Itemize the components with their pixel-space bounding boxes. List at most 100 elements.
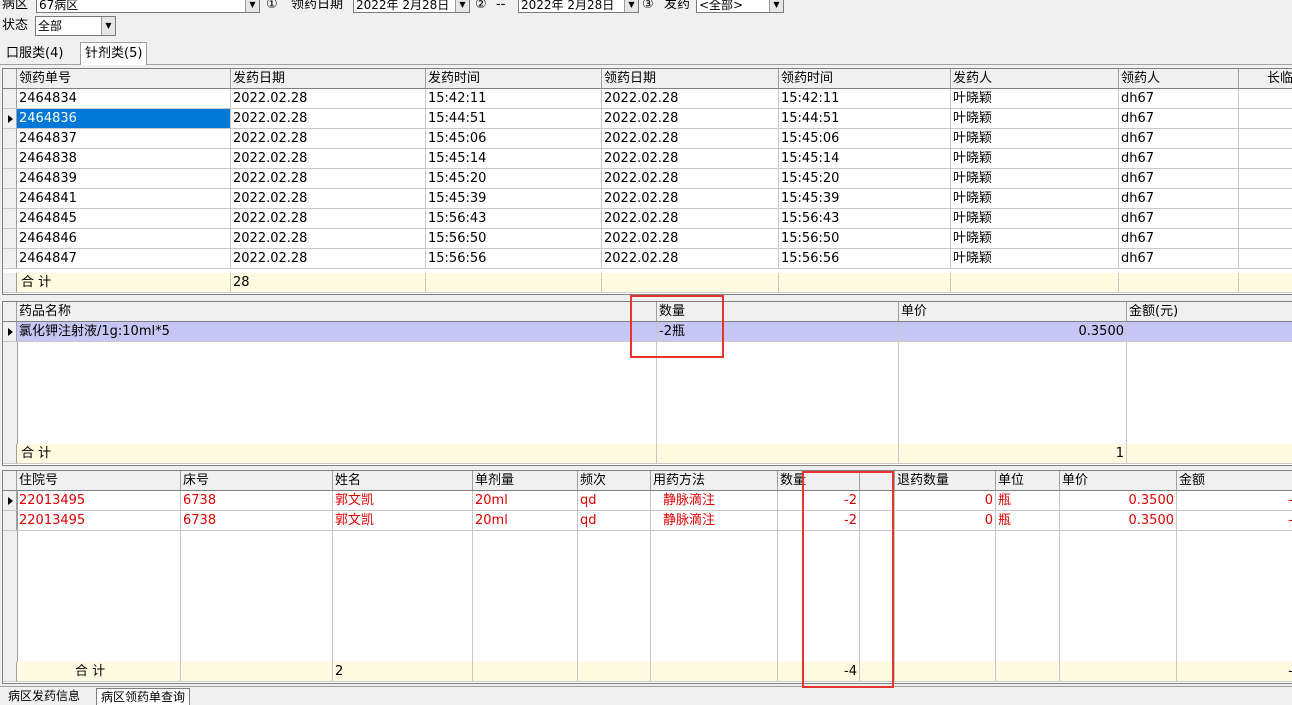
return-qty-cell[interactable]: 0 [895,491,996,511]
order-no-cell[interactable]: 2464847 [17,249,231,269]
tab-ward-receive-query[interactable]: 病区领药单查询 [96,688,191,705]
col-admission-no[interactable]: 住院号 [17,471,181,491]
patient-name-cell[interactable]: 郭文凯 [333,491,473,511]
date-from-picker[interactable]: 2022年 2月28日 ▼ [353,0,470,13]
amount-cell[interactable]: - [1177,491,1292,511]
row-indicator[interactable] [3,149,17,169]
row-indicator[interactable] [3,511,17,531]
tab-oral[interactable]: 口服类(4) [2,45,67,64]
receive-date-cell[interactable]: 2022.02.28 [602,149,779,169]
col-dispenser[interactable]: 发药人 [951,69,1119,89]
dispense-select[interactable]: <全部> ▼ [696,0,784,13]
col-quantity[interactable]: 数量 [657,302,899,322]
ward-select[interactable]: 67病区 ▼ [36,0,260,13]
drug-quantity-cell[interactable]: -2瓶 [657,322,899,342]
order-no-cell[interactable]: 2464838 [17,149,231,169]
dispenser-cell[interactable]: 叶晓颖 [951,129,1119,149]
unit-price-cell[interactable]: 0.3500 [1060,491,1177,511]
receiver-cell[interactable]: dh67 [1119,169,1239,189]
row-indicator[interactable] [3,109,17,129]
receive-date-cell[interactable]: 2022.02.28 [602,229,779,249]
col-unit-price[interactable]: 单价 [1060,471,1177,491]
receive-time-cell[interactable]: 15:56:56 [779,249,951,269]
row-indicator[interactable] [3,89,17,109]
long-temp-cell[interactable] [1239,109,1292,129]
col-usage-method[interactable]: 用药方法 [651,471,778,491]
long-temp-cell[interactable] [1239,149,1292,169]
receiver-cell[interactable]: dh67 [1119,209,1239,229]
drug-summary-grid[interactable]: 药品名称 数量 单价 金额(元) 氯化钾注射液/1g:10ml*5 -2瓶 0.… [2,301,1292,466]
dispense-date-cell[interactable]: 2022.02.28 [231,149,426,169]
admission-no-cell[interactable]: 22013495 [17,491,181,511]
col-blank[interactable] [860,471,895,491]
col-unit[interactable]: 单位 [996,471,1060,491]
col-bed-no[interactable]: 床号 [181,471,333,491]
dispenser-cell[interactable]: 叶晓颖 [951,89,1119,109]
long-temp-cell[interactable] [1239,229,1292,249]
order-no-cell[interactable]: 2464834 [17,89,231,109]
amount-cell[interactable]: - [1177,511,1292,531]
patient-name-cell[interactable]: 郭文凯 [333,511,473,531]
receive-date-cell[interactable]: 2022.02.28 [602,89,779,109]
col-receiver[interactable]: 领药人 [1119,69,1239,89]
receiver-cell[interactable]: dh67 [1119,149,1239,169]
dispense-time-cell[interactable]: 15:42:11 [426,89,602,109]
dispense-time-cell[interactable]: 15:45:06 [426,129,602,149]
col-unit-price[interactable]: 单价 [899,302,1127,322]
date-to-picker[interactable]: 2022年 2月28日 ▼ [518,0,639,13]
tab-injection[interactable]: 针剂类(5) [80,42,148,65]
dispense-time-cell[interactable]: 15:45:39 [426,189,602,209]
admission-no-cell[interactable]: 22013495 [17,511,181,531]
dispense-time-cell[interactable]: 15:56:43 [426,209,602,229]
unit-cell[interactable]: 瓶 [996,511,1060,531]
receiver-cell[interactable]: dh67 [1119,89,1239,109]
col-drug-name[interactable]: 药品名称 [17,302,657,322]
dispense-date-cell[interactable]: 2022.02.28 [231,209,426,229]
drug-amount-cell[interactable] [1127,322,1292,342]
order-no-cell[interactable]: 2464846 [17,229,231,249]
long-temp-cell[interactable] [1239,209,1292,229]
receive-time-cell[interactable]: 15:44:51 [779,109,951,129]
receiver-cell[interactable]: dh67 [1119,189,1239,209]
order-no-cell[interactable]: 2464839 [17,169,231,189]
receive-time-cell[interactable]: 15:45:14 [779,149,951,169]
drug-name-cell[interactable]: 氯化钾注射液/1g:10ml*5 [17,322,657,342]
receive-date-cell[interactable]: 2022.02.28 [602,109,779,129]
drug-unit-price-cell[interactable]: 0.3500 [899,322,1127,342]
receive-date-cell[interactable]: 2022.02.28 [602,189,779,209]
dispenser-cell[interactable]: 叶晓颖 [951,249,1119,269]
row-indicator[interactable] [3,229,17,249]
row-indicator[interactable] [3,249,17,269]
col-amount[interactable]: 金额 [1177,471,1292,491]
quantity-cell[interactable]: -2 [778,511,860,531]
col-receive-time[interactable]: 领药时间 [779,69,951,89]
col-patient-name[interactable]: 姓名 [333,471,473,491]
dispense-order-grid[interactable]: 领药单号 发药日期 发药时间 领药日期 领药时间 发药人 领药人 长临 2464… [2,68,1292,295]
col-amount[interactable]: 金额(元) [1127,302,1292,322]
chevron-down-icon[interactable]: ▼ [455,0,469,12]
dispense-time-cell[interactable]: 15:45:14 [426,149,602,169]
status-select[interactable]: 全部 ▼ [35,16,116,36]
usage-method-cell[interactable]: 静脉滴注 [651,491,778,511]
dispense-time-cell[interactable]: 15:45:20 [426,169,602,189]
receive-time-cell[interactable]: 15:45:39 [779,189,951,209]
dispenser-cell[interactable]: 叶晓颖 [951,229,1119,249]
receive-time-cell[interactable]: 15:56:43 [779,209,951,229]
row-indicator[interactable] [3,129,17,149]
col-long-temp[interactable]: 长临 [1239,69,1292,89]
order-no-cell[interactable]: 2464836 [17,109,231,129]
receive-date-cell[interactable]: 2022.02.28 [602,169,779,189]
receive-time-cell[interactable]: 15:56:50 [779,229,951,249]
row-indicator[interactable] [3,209,17,229]
dispense-time-cell[interactable]: 15:56:56 [426,249,602,269]
col-receive-date[interactable]: 领药日期 [602,69,779,89]
chevron-down-icon[interactable]: ▼ [624,0,638,12]
receiver-cell[interactable]: dh67 [1119,229,1239,249]
receive-date-cell[interactable]: 2022.02.28 [602,209,779,229]
dispense-date-cell[interactable]: 2022.02.28 [231,129,426,149]
dispense-date-cell[interactable]: 2022.02.28 [231,109,426,129]
dispenser-cell[interactable]: 叶晓颖 [951,209,1119,229]
bed-no-cell[interactable]: 6738 [181,511,333,531]
frequency-cell[interactable]: qd [578,491,651,511]
col-quantity[interactable]: 数量 [778,471,860,491]
